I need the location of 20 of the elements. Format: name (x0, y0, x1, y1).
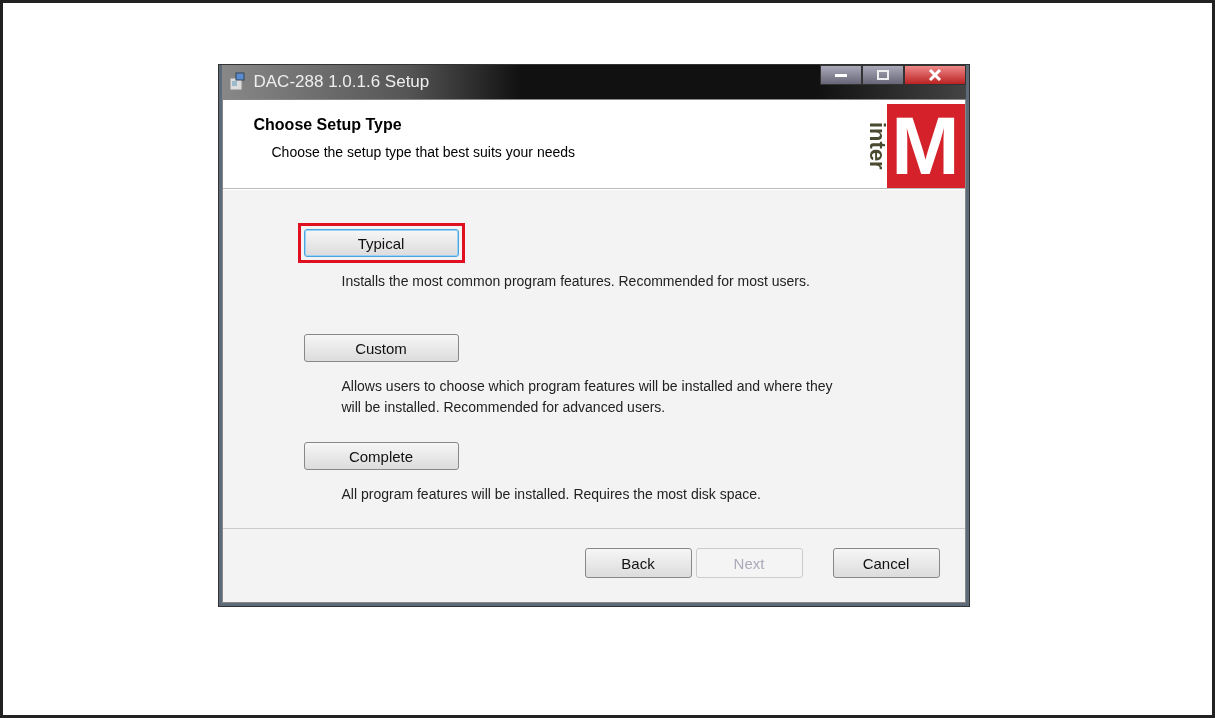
close-icon (927, 69, 942, 81)
setup-type-button[interactable]: Typical (303, 229, 459, 257)
maximize-button[interactable] (861, 65, 904, 85)
option-description: Allows users to choose which program features will be installed and where they will be installed. Recommended for advanced users. (341, 377, 834, 417)
minimize-icon (834, 72, 847, 78)
installer-icon (227, 72, 248, 92)
close-button[interactable] (903, 65, 966, 85)
page-title: Choose Setup Type (253, 116, 403, 134)
logo-letter: M (886, 104, 965, 188)
window-title: DAC-288 1.0.1.6 Setup (253, 72, 430, 92)
wizard-button[interactable]: Back (584, 548, 692, 578)
setup-type-button[interactable]: Custom (303, 334, 459, 362)
option-description: All program features will be installed. Requires the most disk space. (341, 485, 762, 504)
setup-type-button[interactable]: Complete (303, 442, 459, 470)
minimize-button[interactable] (819, 65, 862, 85)
page-subtitle: Choose the setup type that best suits your needs (270, 144, 577, 160)
maximize-icon (876, 70, 889, 80)
logo-word: inter (866, 121, 887, 172)
option-description: Installs the most common program features. Recommended for most users. (341, 272, 811, 291)
wizard-button[interactable]: Cancel (832, 548, 940, 578)
